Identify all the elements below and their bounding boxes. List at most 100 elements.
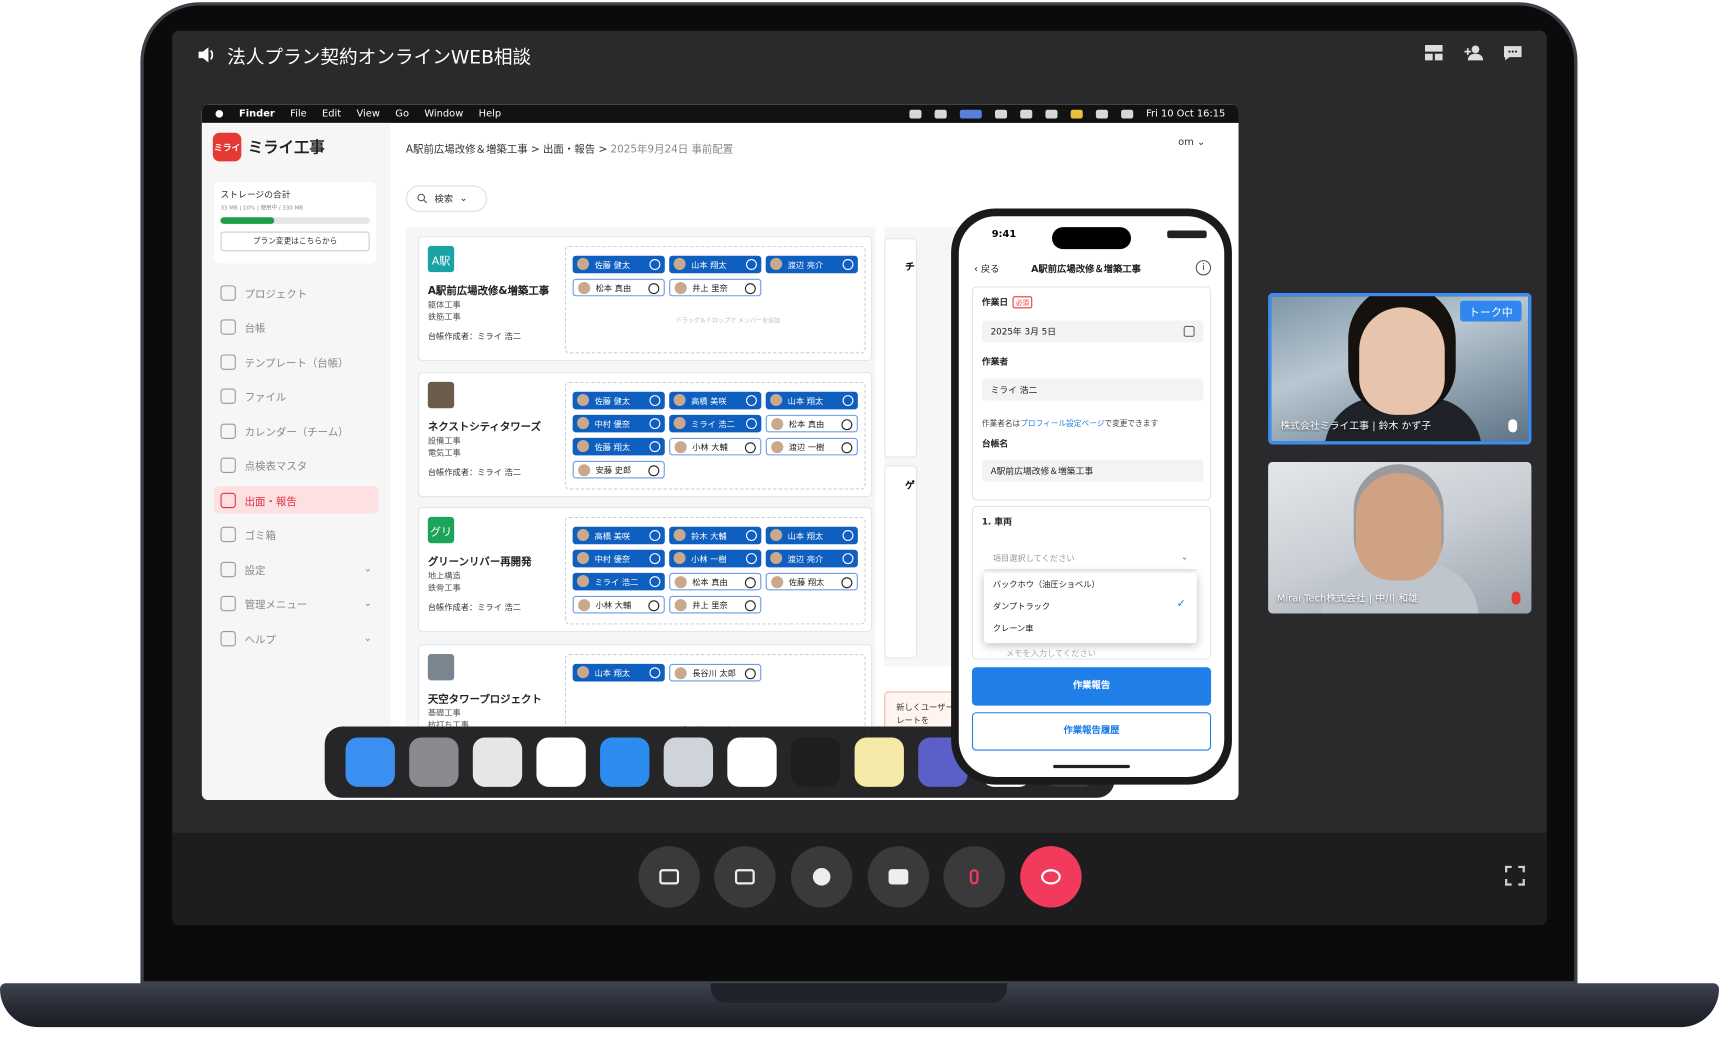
memo-input[interactable]: メモを入力してください <box>1006 647 1096 659</box>
sidebar-item[interactable]: 点検表マスタ <box>214 452 379 479</box>
option-backhoe[interactable]: バックホウ（油圧ショベル） <box>984 573 1197 595</box>
guest-card-partial[interactable]: ゲ <box>884 465 918 659</box>
work-history-button[interactable]: 作業報告履歴 <box>971 712 1212 751</box>
sidebar-item[interactable]: 出面・報告 <box>213 486 379 514</box>
back-button[interactable]: ‹ 戻る <box>974 262 999 275</box>
member-tag[interactable]: 中村 優奈 <box>572 549 665 568</box>
member-drop-zone[interactable]: 高橋 美咲 鈴木 大輔 山本 翔太 中村 優奈 小林 一樹 渡辺 亮介 ミライ 浩二 松本 真… <box>564 516 866 625</box>
member-tag[interactable]: ミライ 浩二 <box>572 572 665 591</box>
member-tag[interactable]: ミライ 浩二 <box>669 414 762 433</box>
menu-finder[interactable]: Finder <box>239 108 275 119</box>
member-tag[interactable]: 安藤 史郎 <box>572 460 665 479</box>
member-tag[interactable]: 松本 真由 <box>669 572 762 591</box>
sidebar-item[interactable]: テンプレート（台帳） <box>214 348 379 375</box>
status-icon[interactable] <box>909 109 922 118</box>
participant-tile-1[interactable]: トーク中 株式会社ミライ工事 | 鈴木 かず子 <box>1268 293 1532 445</box>
status-icon[interactable] <box>1045 109 1058 118</box>
vehicle-select[interactable]: 項目選択してください ⌄ <box>984 547 1197 571</box>
status-icon[interactable] <box>994 109 1007 118</box>
chevron-down-icon[interactable]: ⌄ <box>364 633 372 644</box>
member-tag[interactable]: 渡辺 亮介 <box>765 549 858 568</box>
info-icon[interactable]: i <box>1195 260 1212 276</box>
menu-file[interactable]: File <box>290 108 307 119</box>
person-frame-button[interactable] <box>714 846 776 908</box>
member-tag[interactable]: 松本 真由 <box>765 414 858 433</box>
option-crane[interactable]: クレーン車 <box>984 617 1197 639</box>
member-tag[interactable]: 小林 大輔 <box>572 595 665 614</box>
layout-icon[interactable] <box>1424 44 1444 62</box>
mic-mute-button[interactable] <box>943 846 1005 908</box>
member-tag[interactable]: 鈴木 大輔 <box>669 526 762 545</box>
sidebar-item[interactable]: 管理メニュー ⌄ <box>214 590 379 617</box>
member-tag[interactable]: 佐藤 健太 <box>572 391 665 410</box>
profile-settings-link[interactable]: プロフィール設定ページ <box>1020 419 1104 428</box>
member-tag[interactable]: 渡辺 亮介 <box>765 255 858 274</box>
member-tag[interactable]: 小林 一樹 <box>669 549 762 568</box>
member-tag[interactable]: 井上 里奈 <box>669 278 762 297</box>
apple-icon[interactable]: ● <box>215 108 224 119</box>
dock-app-launchpad[interactable] <box>472 737 522 787</box>
member-drop-zone[interactable]: 佐藤 健太 山本 翔太 渡辺 亮介 松本 真由 井上 里奈 ドラッグ＆ドロップで メンバー… <box>564 245 866 354</box>
add-participant-icon[interactable] <box>1463 44 1484 62</box>
dock-app-iphone-mirroring[interactable] <box>663 737 713 787</box>
menu-help[interactable]: Help <box>479 108 502 119</box>
battery-icon[interactable] <box>1070 109 1083 118</box>
menu-edit[interactable]: Edit <box>322 108 341 119</box>
member-tag[interactable]: 松本 真由 <box>572 278 665 297</box>
end-call-button[interactable] <box>1020 846 1082 908</box>
member-tag[interactable]: 佐藤 翔太 <box>572 437 665 456</box>
search-dropdown[interactable]: 検索 ⌄ <box>405 185 488 212</box>
project-card[interactable]: A駅 A駅前広場改修&増築工事 躯体工事 鉄筋工事 台帳作成者：ミライ 浩二 佐藤 健太山… <box>417 235 873 362</box>
camera-off-button[interactable] <box>638 846 700 908</box>
status-icon[interactable] <box>959 109 982 118</box>
sidebar-item[interactable]: カレンダー（チーム） <box>214 417 379 444</box>
dock-app-finder[interactable] <box>345 737 395 787</box>
sidebar-item[interactable]: プロジェクト <box>214 279 379 306</box>
work-report-button[interactable]: 作業報告 <box>971 667 1212 706</box>
option-dump-truck[interactable]: ダンプトラック ✓ <box>984 595 1197 617</box>
dock-app-notes[interactable] <box>854 737 904 787</box>
member-tag[interactable]: 山本 翔太 <box>572 663 665 682</box>
dock-app-safari[interactable] <box>599 737 649 787</box>
member-tag[interactable]: 山本 翔太 <box>765 526 858 545</box>
app-logo[interactable]: ミライ ミライ工事 <box>212 132 325 162</box>
sidebar-item[interactable]: 設定 ⌄ <box>214 555 379 582</box>
member-tag[interactable]: 井上 里奈 <box>669 595 762 614</box>
plan-change-button[interactable]: プラン変更はこちらから <box>220 231 370 252</box>
member-tag[interactable]: 小林 大輔 <box>669 437 762 456</box>
dock-app-chrome[interactable] <box>535 737 586 787</box>
member-tag[interactable]: 渡辺 一樹 <box>765 437 858 456</box>
chevron-down-icon[interactable]: ⌄ <box>364 564 372 575</box>
member-tag[interactable]: 山本 翔太 <box>669 255 762 274</box>
member-tag[interactable]: 佐藤 健太 <box>572 255 665 274</box>
account-email[interactable]: om <box>1178 137 1194 148</box>
dock-app-vs-code[interactable] <box>726 737 777 787</box>
dock-app-figma[interactable] <box>790 737 840 787</box>
dock-app-system-settings[interactable] <box>408 737 458 787</box>
project-card[interactable]: グリ グリーンリバー再開発 地上構造 鉄骨工事 台帳作成者：ミライ 浩二 高橋 美咲 鈴木 … <box>417 506 873 633</box>
date-field[interactable]: 2025年 3月 5日 <box>981 320 1204 343</box>
sidebar-item[interactable]: ゴミ箱 <box>214 521 379 548</box>
breadcrumb-project[interactable]: A駅前広場改修＆増築工事 <box>406 144 528 156</box>
fullscreen-icon[interactable] <box>1505 865 1525 886</box>
chat-icon[interactable] <box>1503 44 1523 62</box>
search-icon[interactable] <box>1120 109 1133 118</box>
member-tag[interactable]: 中村 優奈 <box>572 414 665 433</box>
menu-view[interactable]: View <box>357 108 380 119</box>
sidebar-item[interactable]: ヘルプ ⌄ <box>214 624 379 651</box>
chevron-down-icon[interactable]: ⌄ <box>364 598 372 609</box>
member-drop-zone[interactable]: 佐藤 健太 高橋 美咲 山本 翔太中村 優奈 ミライ 浩二 松本 真由佐藤 翔太 小林 大… <box>564 381 866 490</box>
menu-window[interactable]: Window <box>424 108 463 119</box>
emoji-button[interactable] <box>790 846 853 908</box>
menubar-clock[interactable]: Fri 10 Oct 16:15 <box>1146 108 1225 119</box>
status-icon[interactable] <box>1019 109 1032 118</box>
participant-tile-2[interactable]: Mirai Tech株式会社 | 中川 和雄 <box>1268 462 1532 614</box>
member-tag[interactable]: 高橋 美咲 <box>669 391 762 410</box>
team-card-partial[interactable]: チ <box>884 238 918 458</box>
sidebar-item[interactable]: 台帳 <box>214 313 379 340</box>
member-tag[interactable]: 佐藤 翔太 <box>765 572 858 591</box>
calendar-icon[interactable] <box>1183 325 1195 337</box>
sidebar-item[interactable]: ファイル <box>214 382 379 409</box>
account-menu[interactable]: om ⌄ <box>1178 137 1205 148</box>
member-tag[interactable]: 山本 翔太 <box>765 391 858 410</box>
